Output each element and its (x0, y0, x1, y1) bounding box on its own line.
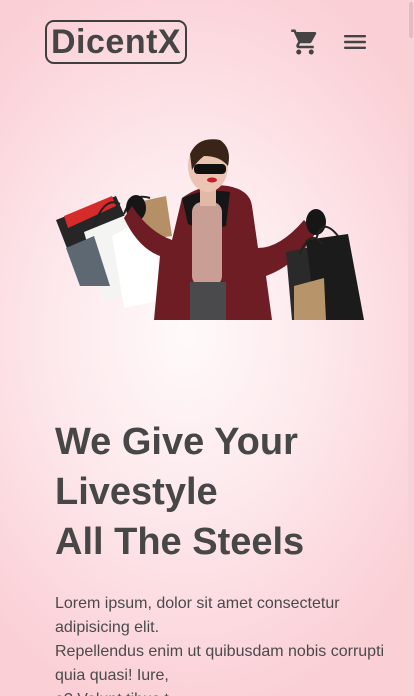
description-line: Lorem ipsum, dolor sit amet consectetur (55, 595, 340, 612)
hero-headline: We Give Your Livestyle All The Steels (55, 417, 385, 567)
shopping-cart-icon (291, 29, 317, 55)
page-scrollbar[interactable] (408, 0, 414, 696)
headline-line: All The Steels (55, 521, 305, 563)
description-line: quia quasi! Iure, (55, 667, 169, 684)
description-line: adipisicing elit. (55, 619, 160, 636)
brand-logo[interactable]: DicentX (45, 20, 188, 64)
menu-button[interactable] (342, 30, 368, 54)
headline-line: We Give Your (55, 421, 298, 463)
hamburger-menu-icon (344, 35, 366, 49)
site-header: DicentX (0, 0, 414, 84)
hero-image (54, 136, 364, 320)
headline-line: Livestyle (55, 471, 218, 513)
description-line: Repellendus enim ut quibusdam nobis corr… (55, 643, 385, 660)
hero-description: Lorem ipsum, dolor sit amet consectetur … (55, 592, 395, 696)
cart-button[interactable] (289, 27, 321, 57)
description-line: a? Volupt tibus t (55, 688, 395, 696)
